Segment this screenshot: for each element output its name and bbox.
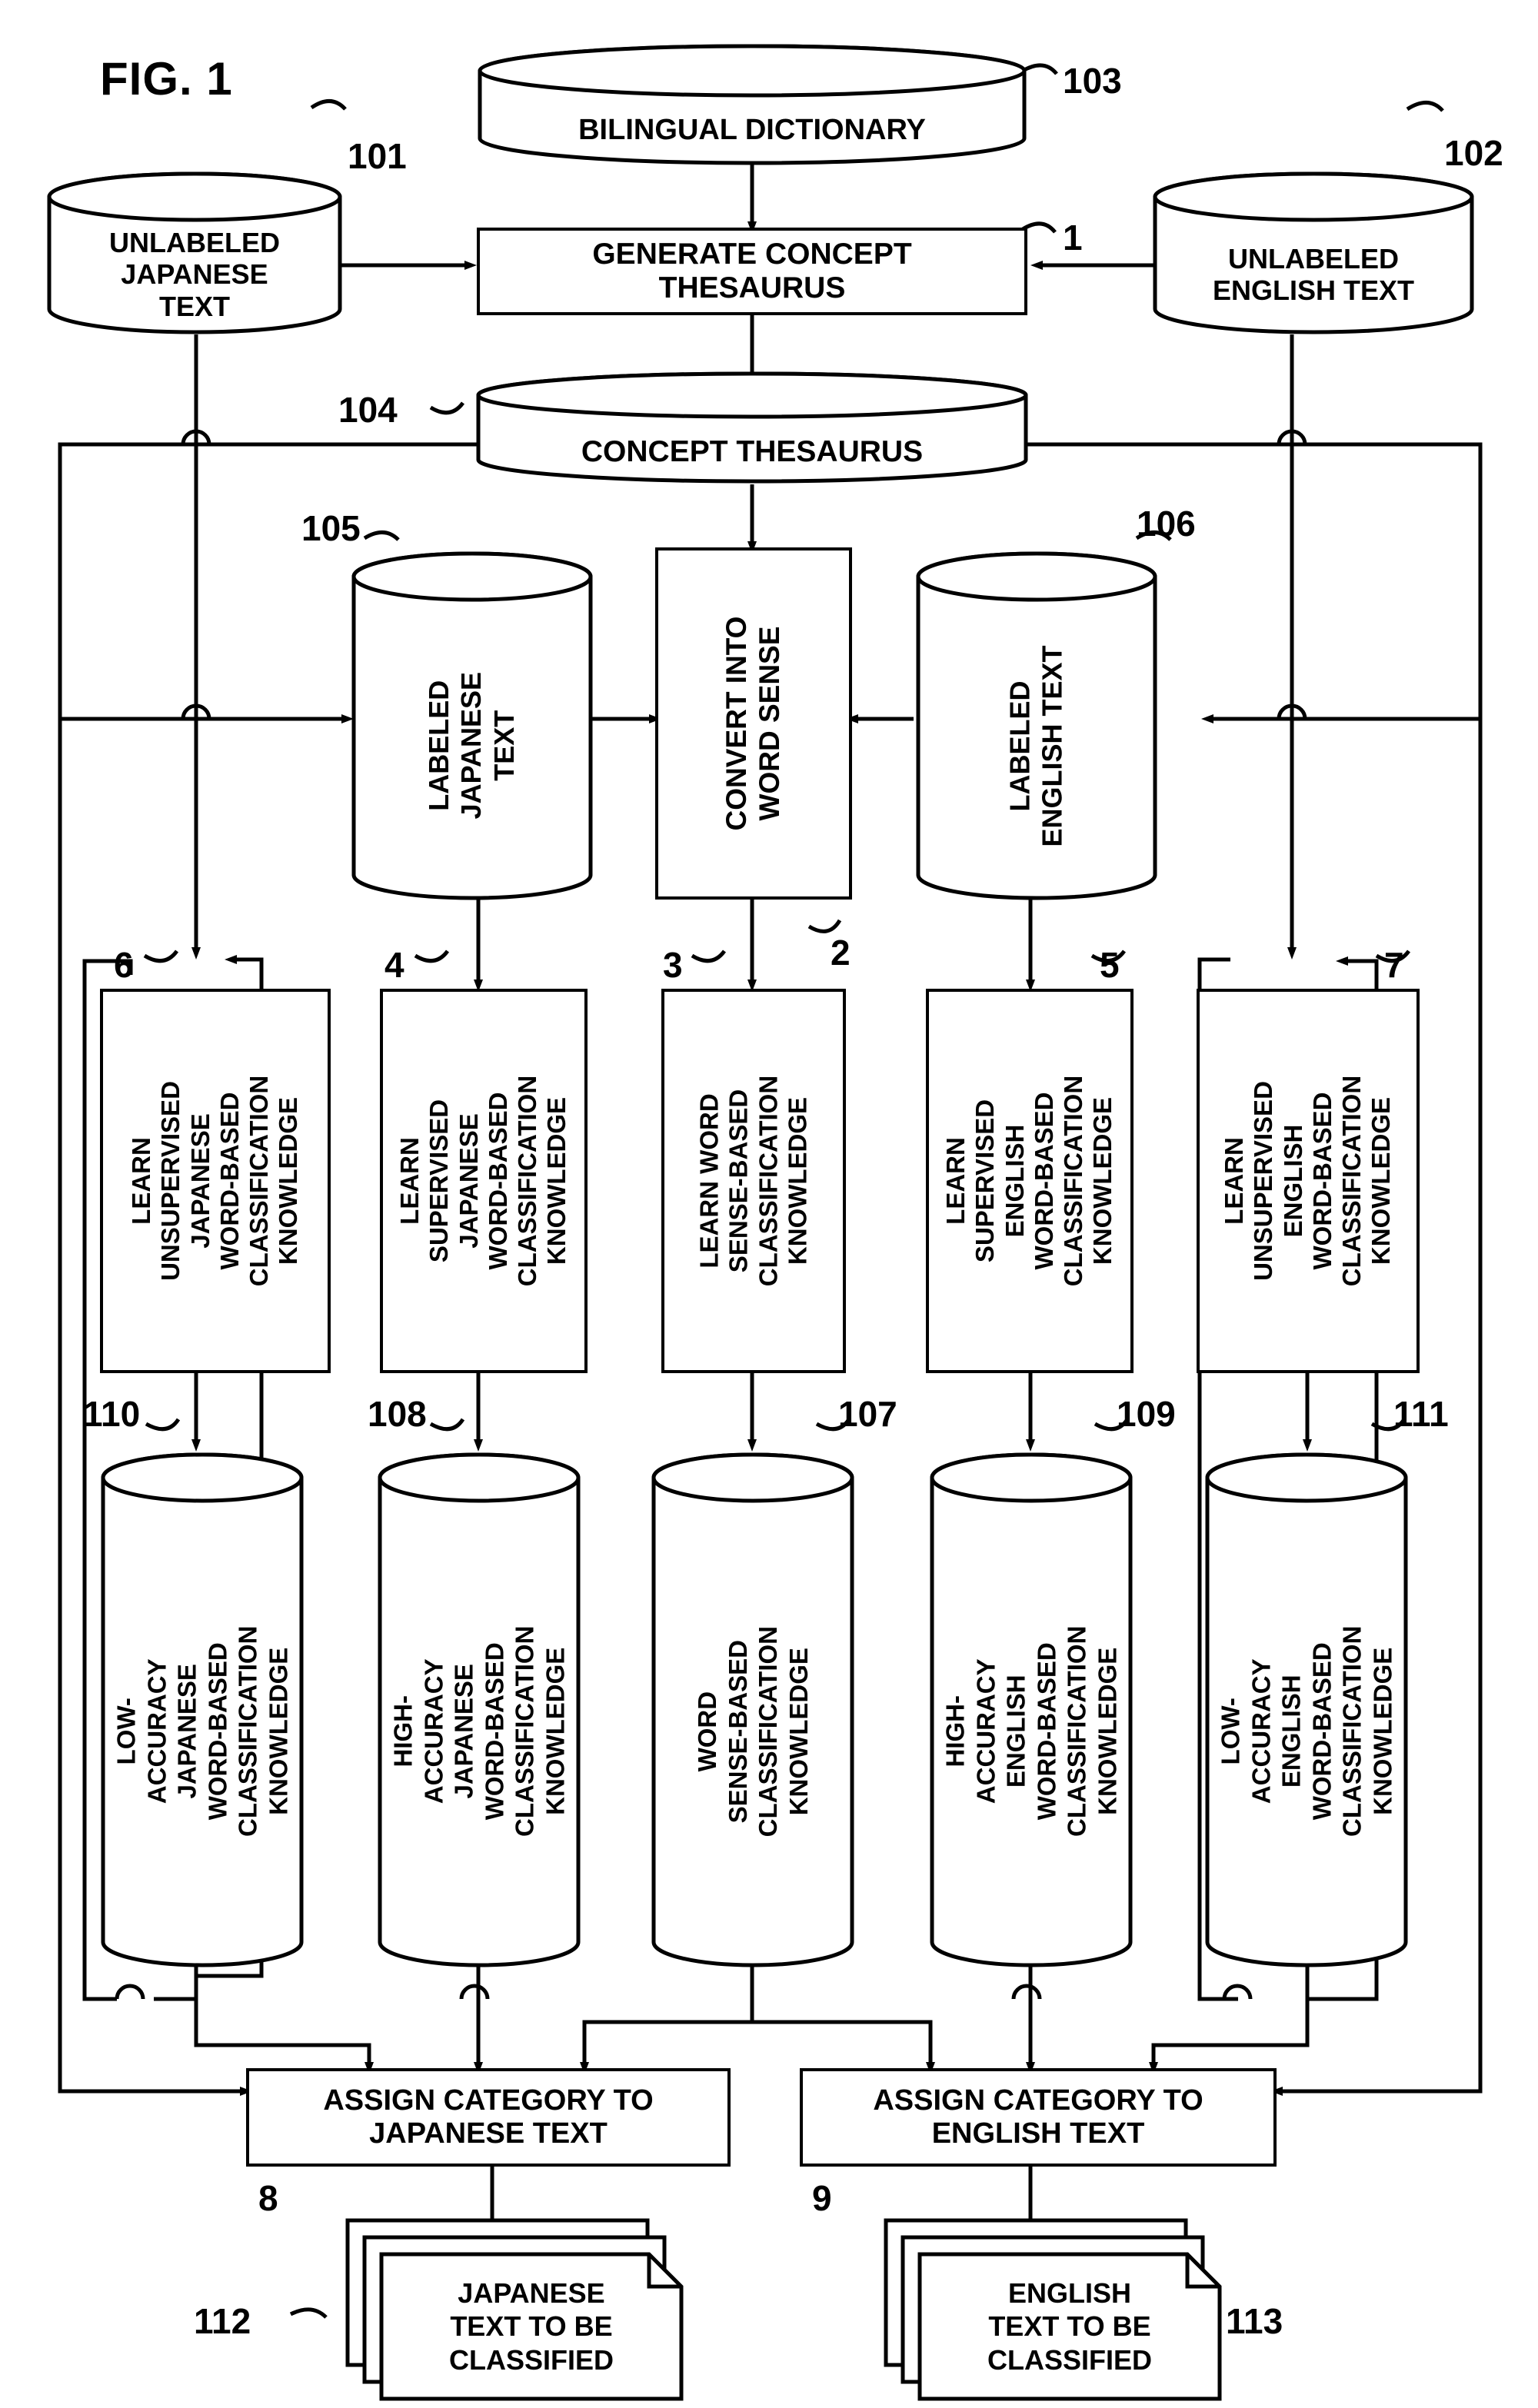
- node-label: LABELED JAPANESE TEXT: [423, 672, 521, 820]
- node-label: ENGLISH TEXT TO BE CLASSIFIED: [987, 2277, 1152, 2376]
- node-label: LABELED ENGLISH TEXT: [1004, 644, 1068, 847]
- ref-110: 110: [83, 1394, 141, 1434]
- ref-103: 103: [1063, 61, 1122, 101]
- node-generate-concept-thesaurus: GENERATE CONCEPT THESAURUS: [477, 228, 1027, 315]
- ref-109: 109: [1117, 1394, 1176, 1434]
- ref-6: 6: [114, 945, 134, 985]
- ref-4: 4: [384, 945, 404, 985]
- node-label: LOW-ACCURACY JAPANESE WORD-BASED CLASSIF…: [112, 1625, 293, 1838]
- ref-105: 105: [301, 508, 361, 548]
- node-japanese-text-to-be-classified: JAPANESE TEXT TO BE CLASSIFIED: [331, 2214, 684, 2406]
- figure-title: FIG. 1: [100, 53, 233, 105]
- ref-102: 102: [1444, 133, 1503, 173]
- patent-figure-page: FIG. 1 BILINGUAL DICTIONARY 103 UNLABELE…: [0, 0, 1538, 2408]
- node-learn-supervised-japanese: LEARN SUPERVISED JAPANESE WORD-BASED CLASSIF…: [380, 989, 588, 1373]
- ref-2: 2: [831, 933, 851, 973]
- node-word-sense-based-knowledge: WORD SENSE-BASED CLASSIFICATION KNOWLEDG…: [651, 1452, 855, 1968]
- node-label: UNLABELED JAPANESE TEXT: [109, 227, 280, 322]
- ref-101: 101: [348, 136, 407, 176]
- node-learn-unsupervised-japanese: LEARN UNSUPERVISED JAPANESE WORD-BASED CLASS…: [100, 989, 331, 1373]
- node-concept-thesaurus: CONCEPT THESAURUS: [475, 371, 1029, 484]
- ref-112: 112: [194, 2301, 251, 2341]
- node-unlabeled-japanese-text: UNLABELED JAPANESE TEXT: [46, 171, 343, 335]
- ref-9: 9: [812, 2178, 832, 2218]
- node-learn-supervised-english: LEARN SUPERVISED ENGLISH WORD-BASED CLASSIFI…: [926, 989, 1134, 1373]
- ref-106: 106: [1137, 504, 1196, 544]
- node-label: HIGH-ACCURACY ENGLISH WORD-BASED CLASSIF…: [940, 1625, 1122, 1838]
- ref-8: 8: [258, 2178, 278, 2218]
- node-label: WORD SENSE-BASED CLASSIFICATION KNOWLEDG…: [692, 1625, 813, 1838]
- node-label: BILINGUAL DICTIONARY: [578, 114, 926, 147]
- node-low-accuracy-japanese: LOW-ACCURACY JAPANESE WORD-BASED CLASSIF…: [100, 1452, 305, 1968]
- ref-107: 107: [838, 1394, 897, 1434]
- node-label: UNLABELED ENGLISH TEXT: [1212, 242, 1415, 306]
- node-label: LOW-ACCURACY ENGLISH WORD-BASED CLASSIFI…: [1216, 1625, 1397, 1838]
- node-learn-unsupervised-english: LEARN UNSUPERVISED ENGLISH WORD-BASED CLASSI…: [1197, 989, 1420, 1373]
- node-assign-category-english: ASSIGN CATEGORY TO ENGLISH TEXT: [800, 2068, 1277, 2167]
- node-label: ASSIGN CATEGORY TO ENGLISH TEXT: [873, 2084, 1203, 2150]
- node-labeled-japanese-text: LABELED JAPANESE TEXT: [351, 550, 594, 901]
- node-label: CONCEPT THESAURUS: [581, 434, 924, 468]
- node-label: JAPANESE TEXT TO BE CLASSIFIED: [448, 2277, 614, 2376]
- node-labeled-english-text: LABELED ENGLISH TEXT: [915, 550, 1158, 901]
- node-convert-into-word-sense: CONVERT INTO WORD SENSE: [655, 547, 852, 900]
- ref-7: 7: [1384, 945, 1404, 985]
- ref-5: 5: [1100, 945, 1120, 985]
- node-label: GENERATE CONCEPT THESAURUS: [592, 237, 912, 304]
- node-label: HIGH-ACCURACY JAPANESE WORD-BASED CLASSI…: [388, 1625, 570, 1838]
- node-high-accuracy-english: HIGH-ACCURACY ENGLISH WORD-BASED CLASSIF…: [929, 1452, 1134, 1968]
- node-low-accuracy-english: LOW-ACCURACY ENGLISH WORD-BASED CLASSIFI…: [1204, 1452, 1409, 1968]
- ref-3: 3: [663, 945, 683, 985]
- node-label: ASSIGN CATEGORY TO JAPANESE TEXT: [323, 2084, 654, 2150]
- ref-104: 104: [338, 390, 398, 430]
- node-english-text-to-be-classified: ENGLISH TEXT TO BE CLASSIFIED: [869, 2214, 1223, 2406]
- node-assign-category-japanese: ASSIGN CATEGORY TO JAPANESE TEXT: [246, 2068, 731, 2167]
- node-high-accuracy-japanese: HIGH-ACCURACY JAPANESE WORD-BASED CLASSI…: [377, 1452, 581, 1968]
- node-bilingual-dictionary: BILINGUAL DICTIONARY: [477, 43, 1027, 166]
- ref-1: 1: [1063, 218, 1083, 258]
- node-learn-word-sense-based: LEARN WORD SENSE-BASED CLASSIFICATION KNOWL…: [661, 989, 846, 1373]
- node-unlabeled-english-text: UNLABELED ENGLISH TEXT: [1152, 171, 1475, 335]
- ref-113: 113: [1226, 2301, 1283, 2341]
- ref-108: 108: [368, 1394, 427, 1434]
- ref-111: 111: [1393, 1394, 1449, 1434]
